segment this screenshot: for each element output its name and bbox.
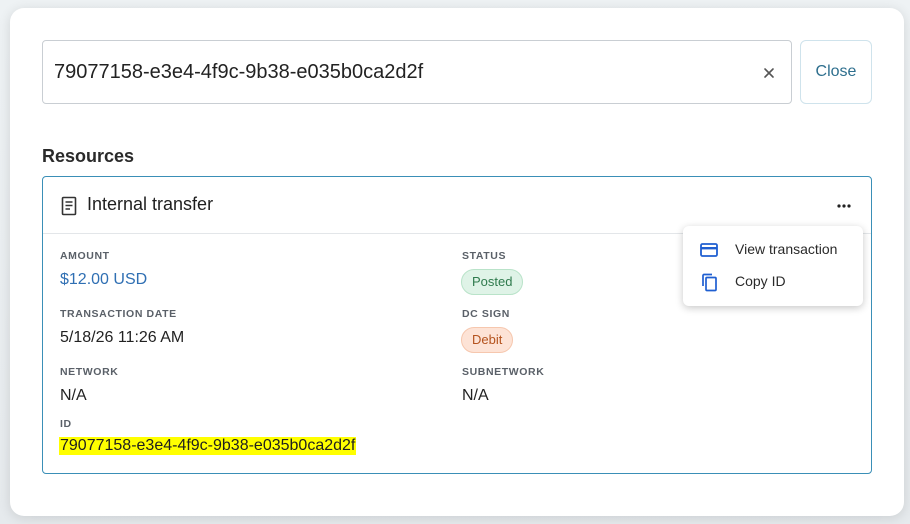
amount-value[interactable]: $12.00 USD	[60, 271, 147, 289]
card-actions-menu: View transaction Copy ID	[683, 226, 863, 306]
search-row: Close	[42, 40, 872, 104]
more-horizontal-icon[interactable]	[833, 195, 855, 217]
subnetwork-label: SUBNETWORK	[462, 366, 545, 378]
status-label: STATUS	[462, 250, 507, 262]
document-icon	[61, 196, 77, 216]
search-box	[42, 40, 792, 104]
transaction-date-label: TRANSACTION DATE	[60, 308, 177, 320]
menu-item-view-transaction[interactable]: View transaction	[683, 234, 863, 266]
dc-sign-label: DC SIGN	[462, 308, 510, 320]
menu-item-label: View transaction	[735, 241, 838, 257]
menu-item-copy-id[interactable]: Copy ID	[683, 266, 863, 298]
resource-card[interactable]: Internal transfer AMOUNT $12.00 USD TRAN…	[42, 176, 872, 474]
network-value: N/A	[60, 387, 87, 404]
card-title: Internal transfer	[87, 194, 214, 214]
network-label: NETWORK	[60, 366, 119, 378]
copy-icon	[699, 272, 719, 292]
transaction-date-value: 5/18/26 11:26 AM	[60, 329, 185, 346]
search-input[interactable]	[54, 41, 744, 103]
amount-label: AMOUNT	[60, 250, 110, 262]
subnetwork-value: N/A	[462, 387, 489, 404]
close-icon[interactable]	[759, 63, 779, 83]
section-title: Resources	[42, 146, 135, 166]
menu-item-label: Copy ID	[735, 273, 786, 289]
id-label: ID	[60, 418, 72, 430]
status-badge: Posted	[461, 269, 524, 295]
credit-card-icon	[699, 240, 719, 260]
dc-sign-badge: Debit	[461, 327, 514, 353]
close-button[interactable]: Close	[800, 40, 872, 104]
id-value: 79077158-e3e4-4f9c-9b38-e035b0ca2d2f	[59, 437, 357, 455]
